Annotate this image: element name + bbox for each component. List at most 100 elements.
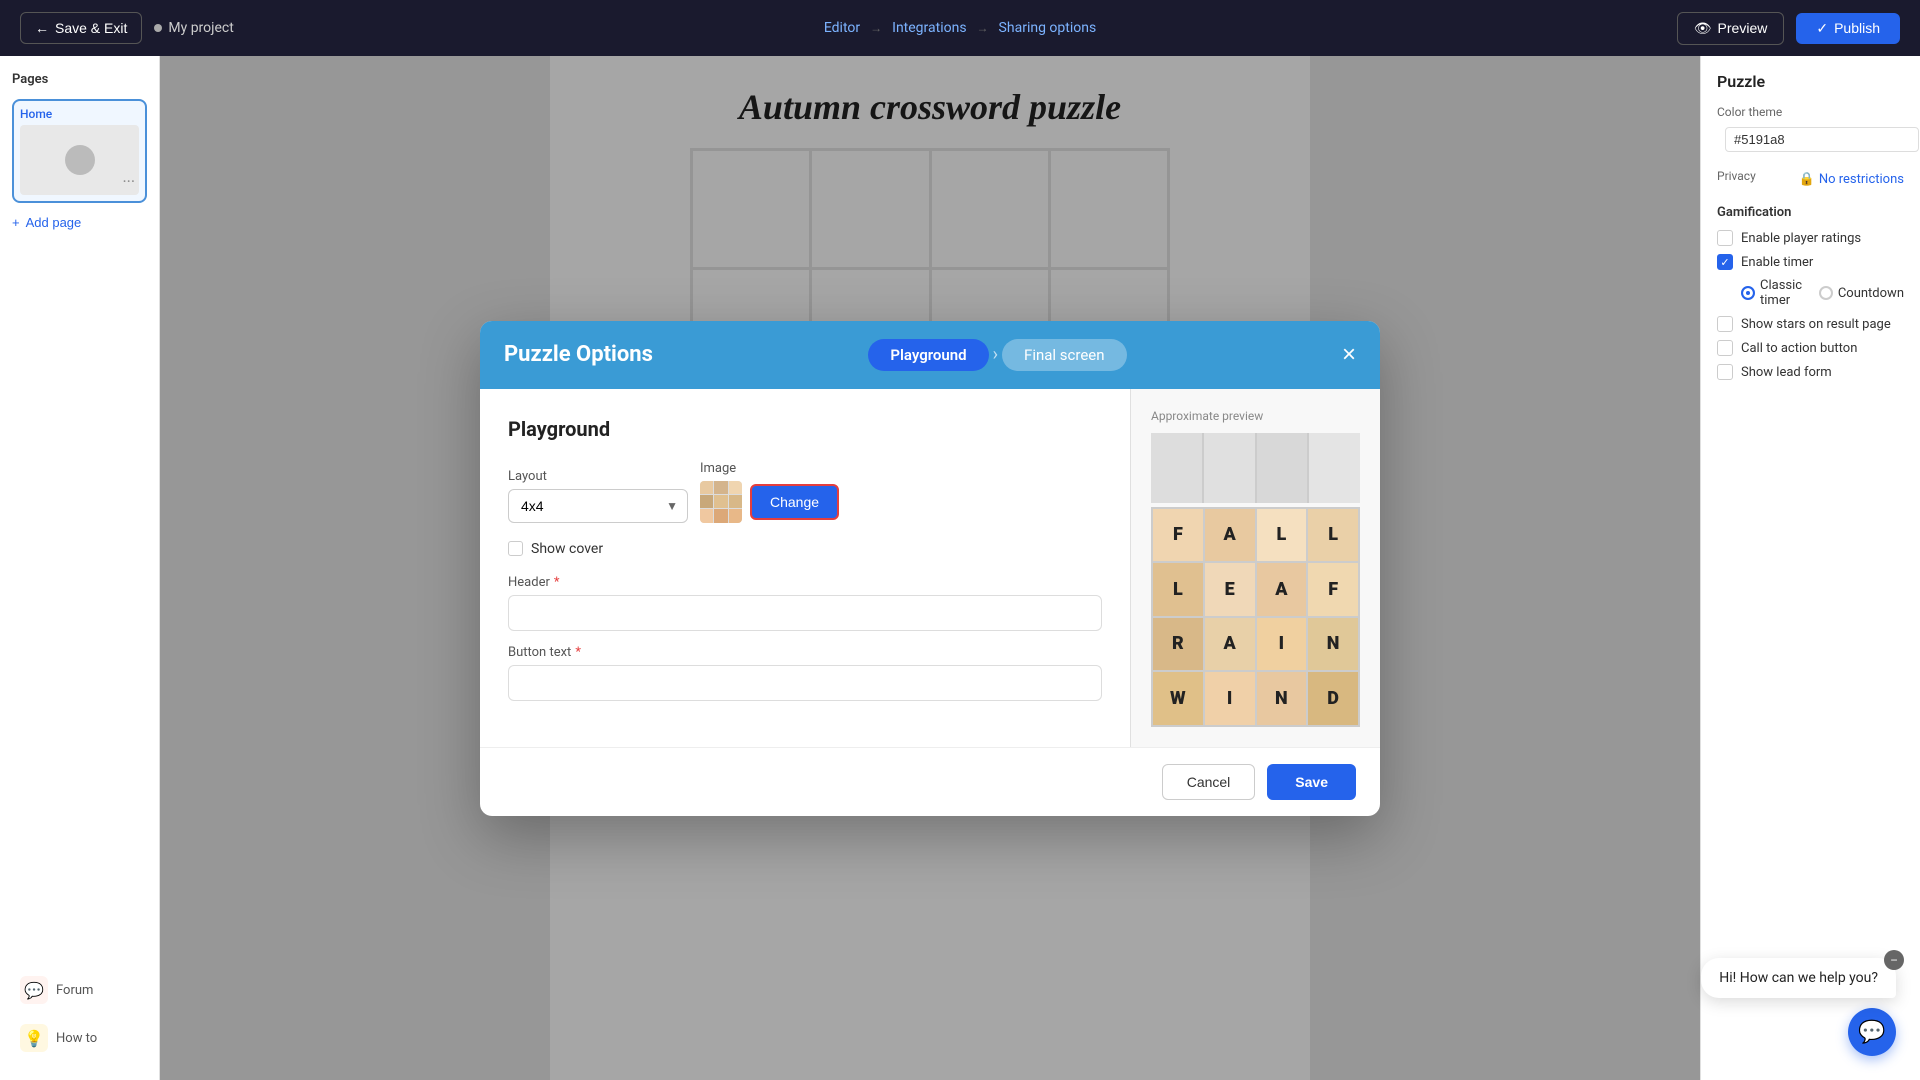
- thumb-cell: [714, 481, 727, 494]
- classic-timer-option[interactable]: Classic timer: [1741, 278, 1807, 308]
- preview-grid-cell: [1204, 433, 1255, 503]
- forum-icon: 💬: [20, 976, 48, 1004]
- modal-footer: Cancel Save: [480, 747, 1380, 816]
- page-home-item[interactable]: Home ···: [12, 99, 147, 203]
- show-stars-checkbox[interactable]: [1717, 316, 1733, 332]
- howto-icon: 💡: [20, 1024, 48, 1052]
- preview-crossword-cell: D: [1308, 672, 1358, 725]
- save-button[interactable]: Save: [1267, 764, 1356, 800]
- modal-left-panel: Playground Layout 4x4 3x3 5x5: [480, 389, 1130, 747]
- preview-crossword-cell: E: [1205, 563, 1255, 616]
- show-cover-row: Show cover: [508, 541, 1102, 557]
- project-name-label: My project: [168, 20, 233, 36]
- thumb-cell: [700, 481, 713, 494]
- countdown-radio[interactable]: [1819, 286, 1833, 300]
- call-to-action-checkbox[interactable]: [1717, 340, 1733, 356]
- show-cover-label: Show cover: [531, 541, 603, 557]
- cancel-button[interactable]: Cancel: [1162, 764, 1256, 800]
- classic-timer-radio[interactable]: [1741, 286, 1755, 300]
- thumb-cell: [729, 509, 742, 522]
- chat-open-button[interactable]: 💬: [1848, 1008, 1896, 1056]
- header-label: Header *: [508, 575, 1102, 590]
- project-dot-icon: [154, 24, 162, 32]
- lead-form-label: Show lead form: [1741, 365, 1832, 380]
- arrow-icon-1: →: [870, 21, 882, 35]
- preview-top-grid: [1151, 433, 1360, 503]
- eye-icon: 👁: [1694, 20, 1712, 37]
- layout-select-wrapper: 4x4 3x3 5x5 ▼: [508, 489, 688, 523]
- layout-label: Layout: [508, 469, 688, 484]
- thumb-cell: [729, 481, 742, 494]
- color-theme-label: Color theme: [1717, 105, 1904, 119]
- privacy-link[interactable]: 🔒 No restrictions: [1799, 172, 1904, 187]
- add-page-button[interactable]: + Add page: [12, 211, 147, 234]
- top-nav: ← Save & Exit My project Editor → Integr…: [0, 0, 1920, 56]
- privacy-label: Privacy: [1717, 169, 1756, 183]
- preview-grid-cell: [1309, 433, 1360, 503]
- classic-timer-label: Classic timer: [1760, 278, 1807, 308]
- tab-playground[interactable]: Playground: [868, 339, 988, 371]
- save-exit-button[interactable]: ← Save & Exit: [20, 12, 142, 44]
- player-ratings-checkbox[interactable]: [1717, 230, 1733, 246]
- lead-form-checkbox[interactable]: [1717, 364, 1733, 380]
- call-to-action-row: Call to action button: [1717, 340, 1904, 356]
- enable-timer-checkbox[interactable]: ✓: [1717, 254, 1733, 270]
- sharing-step[interactable]: Sharing options: [999, 20, 1097, 36]
- chat-close-button[interactable]: −: [1884, 950, 1904, 970]
- editor-step[interactable]: Editor: [824, 20, 860, 36]
- main-layout: Pages Home ··· + Add page 💬 Forum 💡 How …: [0, 56, 1920, 1080]
- privacy-value: No restrictions: [1819, 172, 1904, 187]
- content-area: Autumn crossword puzzle R A I N W I N D: [160, 56, 1700, 1080]
- right-sidebar: Puzzle Color theme Privacy 🔒 No restrict…: [1700, 56, 1920, 1080]
- lock-icon: 🔒: [1799, 172, 1815, 187]
- preview-button[interactable]: 👁 Preview: [1677, 12, 1785, 45]
- page-more-icon[interactable]: ···: [122, 172, 135, 191]
- forum-label: Forum: [56, 983, 93, 998]
- add-page-label: Add page: [26, 215, 82, 230]
- image-group: Image: [700, 461, 839, 523]
- nav-right: 👁 Preview ✓ Publish: [1677, 12, 1900, 45]
- modal-section-title: Playground: [508, 417, 1102, 441]
- layout-select[interactable]: 4x4 3x3 5x5: [508, 489, 688, 523]
- show-stars-label: Show stars on result page: [1741, 317, 1891, 332]
- thumb-cell: [729, 495, 742, 508]
- preview-crossword-grid: FALLLEAFRAINWIND: [1151, 507, 1360, 727]
- modal-close-button[interactable]: ×: [1342, 343, 1356, 367]
- button-text-label: Button text *: [508, 645, 1102, 660]
- project-name: My project: [154, 20, 233, 36]
- color-value-input[interactable]: [1725, 127, 1919, 152]
- publish-button[interactable]: ✓ Publish: [1796, 13, 1900, 44]
- preview-crossword-cell: L: [1153, 563, 1203, 616]
- sidebar-bottom: 💬 Forum 💡 How to: [12, 968, 147, 1064]
- tab-final-screen[interactable]: Final screen: [1002, 339, 1126, 371]
- puzzle-options-modal: Puzzle Options Playground › Final screen…: [480, 321, 1380, 816]
- show-cover-checkbox[interactable]: [508, 541, 523, 556]
- modal-steps: Playground › Final screen: [868, 339, 1126, 371]
- change-image-button[interactable]: Change: [750, 484, 839, 520]
- publish-label: Publish: [1834, 20, 1880, 36]
- plus-icon: +: [12, 215, 20, 230]
- countdown-option[interactable]: Countdown: [1819, 286, 1904, 301]
- nav-left: ← Save & Exit My project: [20, 12, 234, 44]
- timer-type-group: Classic timer Countdown: [1741, 278, 1904, 308]
- page-home-label: Home: [20, 107, 139, 121]
- right-panel-title: Puzzle: [1717, 72, 1904, 91]
- approx-preview-label: Approximate preview: [1151, 409, 1263, 423]
- show-stars-row: Show stars on result page: [1717, 316, 1904, 332]
- thumb-cell: [714, 495, 727, 508]
- modal-overlay: Puzzle Options Playground › Final screen…: [160, 56, 1700, 1080]
- header-input[interactable]: [508, 595, 1102, 631]
- image-row: Change: [700, 481, 839, 523]
- preview-crossword-cell: N: [1257, 672, 1307, 725]
- sidebar-howto-item[interactable]: 💡 How to: [12, 1016, 147, 1060]
- modal-right-panel: Approximate preview FALLLEAFRAINWIND: [1130, 389, 1380, 747]
- sidebar-forum-item[interactable]: 💬 Forum: [12, 968, 147, 1012]
- chat-widget: Hi! How can we help you? − 💬: [1701, 958, 1896, 1056]
- button-text-input[interactable]: [508, 665, 1102, 701]
- layout-group: Layout 4x4 3x3 5x5 ▼: [508, 469, 688, 523]
- integrations-step[interactable]: Integrations: [892, 20, 966, 36]
- preview-grid-cell: [1151, 433, 1202, 503]
- layout-image-row: Layout 4x4 3x3 5x5 ▼: [508, 461, 1102, 523]
- button-text-group: Button text *: [508, 645, 1102, 701]
- pages-title: Pages: [12, 72, 147, 87]
